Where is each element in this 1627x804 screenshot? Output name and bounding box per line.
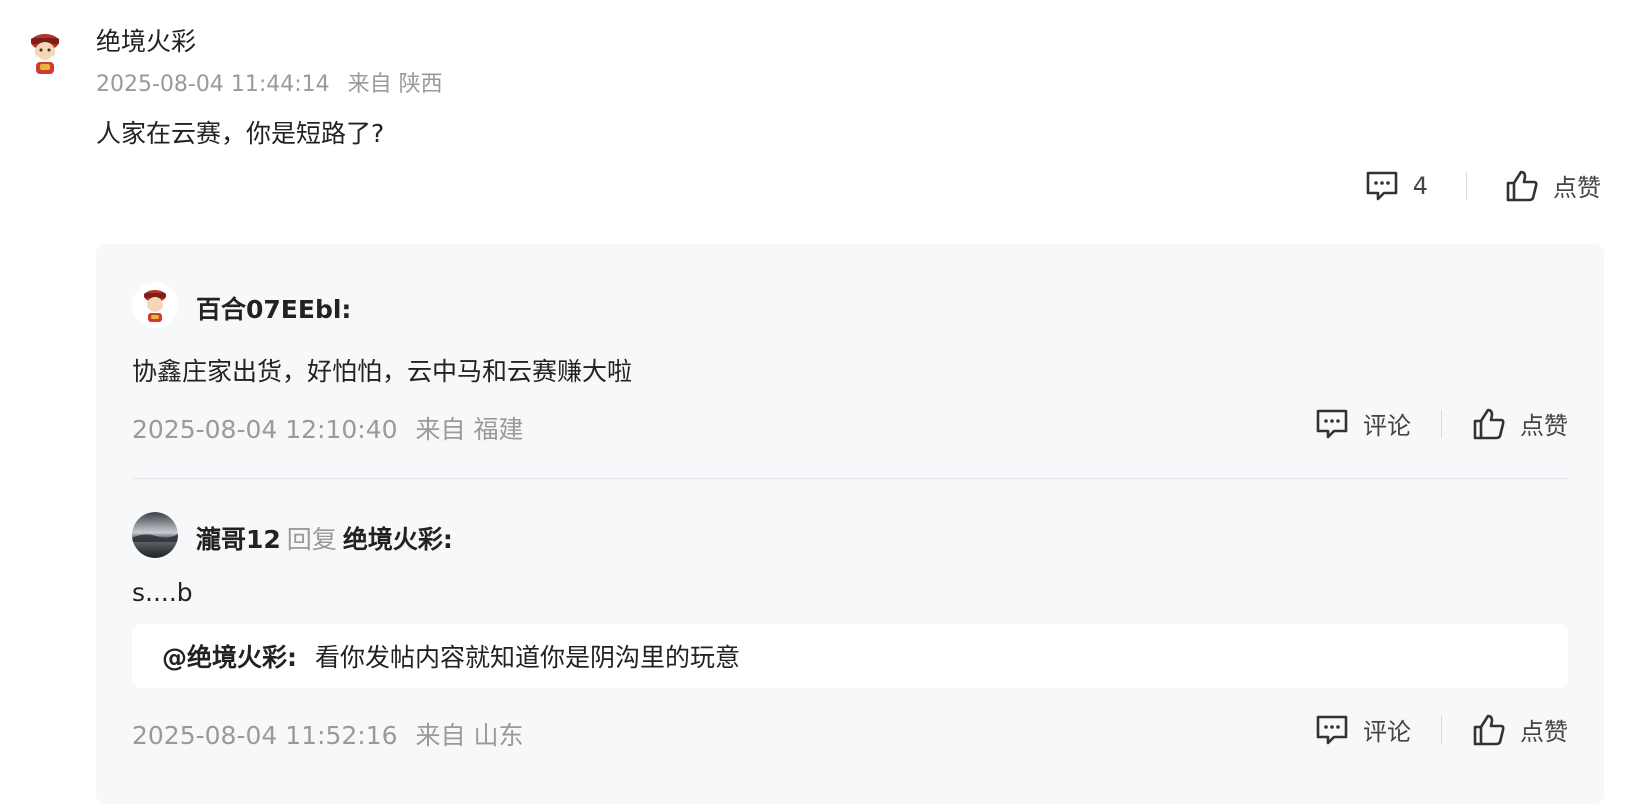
reply-location: 来自 山东	[415, 721, 524, 750]
comment-button[interactable]: 评论	[1363, 712, 1411, 747]
action-divider	[1466, 171, 1467, 200]
comment-meta: 2025-08-04 11:44:14 来自 陕西	[96, 66, 443, 98]
reply-actions: 评论 点赞	[1315, 712, 1568, 747]
reply-actions: 评论 点赞	[1315, 406, 1568, 441]
action-divider	[1441, 715, 1442, 744]
avatar[interactable]	[132, 282, 178, 328]
thumbs-up-icon[interactable]	[1472, 713, 1506, 747]
avatar[interactable]	[132, 512, 178, 558]
comment-bubble-icon[interactable]	[1365, 170, 1399, 202]
comment-timestamp: 2025-08-04 11:44:14	[96, 72, 330, 97]
quoted-comment[interactable]: @绝境火彩: 看你发帖内容就知道你是阴沟里的玩意	[132, 624, 1568, 688]
reply-meta: 2025-08-04 12:10:40 来自 福建	[132, 410, 523, 446]
thumbs-up-icon[interactable]	[1472, 407, 1506, 441]
reply-target-username[interactable]: 绝境火彩:	[343, 525, 453, 554]
action-divider	[1441, 409, 1442, 438]
comment-text: 人家在云赛，你是短路了?	[96, 119, 385, 148]
reply-item: 百合07EEbl: 协鑫庄家出货，好怕怕，云中马和云赛赚大啦 2025-08-0…	[132, 282, 1568, 444]
reply-meta: 2025-08-04 11:52:16 来自 山东	[132, 716, 523, 752]
reply-timestamp: 2025-08-04 11:52:16	[132, 721, 398, 750]
reply-location: 来自 福建	[415, 415, 524, 444]
quote-text: 看你发帖内容就知道你是阴沟里的玩意	[315, 643, 741, 672]
thumbs-up-icon[interactable]	[1505, 169, 1539, 203]
reply-header: 瀧哥12 回复 绝境火彩:	[196, 520, 453, 556]
reply-word: 回复	[286, 525, 337, 554]
reply-text: 协鑫庄家出货，好怕怕，云中马和云赛赚大啦	[132, 357, 633, 386]
comment-location: 来自 陕西	[347, 72, 443, 97]
reply-count[interactable]: 4	[1413, 172, 1428, 200]
reply-timestamp: 2025-08-04 12:10:40	[132, 415, 398, 444]
comment-actions: 4 点赞	[1365, 168, 1601, 203]
reply-text: s....b	[132, 578, 193, 607]
comment-bubble-icon[interactable]	[1315, 408, 1349, 440]
reply-username[interactable]: 百合07EEbl:	[196, 290, 351, 326]
reply-item: 瀧哥12 回复 绝境火彩: s....b @绝境火彩: 看你发帖内容就知道你是阴沟里…	[132, 512, 1568, 762]
reply-username[interactable]: 瀧哥12	[196, 525, 281, 554]
comment-bubble-icon[interactable]	[1315, 714, 1349, 746]
comment-button[interactable]: 评论	[1363, 406, 1411, 441]
reply-divider	[132, 478, 1568, 479]
replies-panel: 百合07EEbl: 协鑫庄家出货，好怕怕，云中马和云赛赚大啦 2025-08-0…	[96, 244, 1604, 804]
comment-username[interactable]: 绝境火彩	[96, 22, 196, 58]
like-button[interactable]: 点赞	[1520, 406, 1568, 441]
quote-mention[interactable]: @绝境火彩:	[162, 638, 297, 674]
like-button[interactable]: 点赞	[1553, 168, 1601, 203]
like-button[interactable]: 点赞	[1520, 712, 1568, 747]
avatar[interactable]	[22, 29, 68, 75]
